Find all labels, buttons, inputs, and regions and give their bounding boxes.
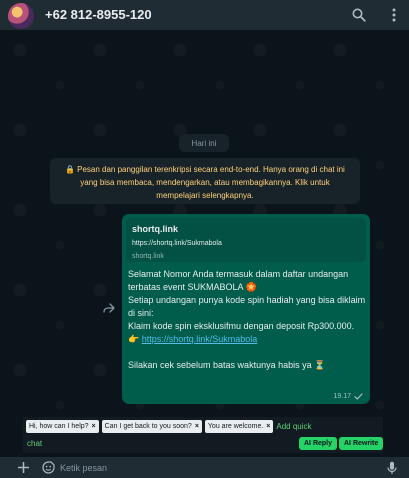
message-input[interactable] <box>60 459 374 476</box>
compose-bar <box>0 457 409 478</box>
quick-chat-chip[interactable]: Hi, how can I help? × <box>26 420 99 433</box>
encryption-notice[interactable]: 🔒 Pesan dan panggilan terenkripsi secara … <box>50 158 360 204</box>
sent-check-icon <box>354 393 363 400</box>
more-vert-icon[interactable] <box>384 5 404 25</box>
add-quick-chat-link-cont[interactable]: chat <box>27 437 42 450</box>
outgoing-message[interactable]: shortq.link https://shortq.link/Sukmabol… <box>122 214 370 404</box>
chip-label: You are welcome. <box>207 423 264 430</box>
remove-chip-icon[interactable]: × <box>195 423 199 430</box>
message-input-wrapper <box>60 459 374 476</box>
contact-avatar[interactable] <box>8 3 34 29</box>
search-icon[interactable] <box>349 5 369 25</box>
add-quick-chat-link[interactable]: Add quick <box>276 420 311 433</box>
date-chip: Hari ini <box>179 134 229 152</box>
chip-label: Hi, how can I help? <box>29 423 89 430</box>
plus-icon[interactable] <box>16 460 31 475</box>
link-preview-title: shortq.link <box>132 224 179 234</box>
remove-chip-icon[interactable]: × <box>92 423 96 430</box>
chip-label: Can I get back to you soon? <box>104 423 192 430</box>
lock-icon: 🔒 <box>65 165 76 174</box>
link-preview[interactable]: shortq.link https://shortq.link/Sukmabol… <box>126 218 366 262</box>
quick-chat-actions: chat AI Reply AI Rewrite <box>23 437 384 451</box>
link-preview-domain: shortq.link <box>132 253 164 260</box>
message-time: 19.17 <box>333 393 351 400</box>
chat-header: +62 812-8955-120 <box>0 0 409 30</box>
message-text: Selamat Nomor Anda termasuk dalam daftar… <box>128 268 366 372</box>
remove-chip-icon[interactable]: × <box>266 423 270 430</box>
ai-rewrite-button[interactable]: AI Rewrite <box>339 437 384 450</box>
message-text-intro: Selamat Nomor Anda termasuk dalam daftar… <box>128 269 366 344</box>
quick-chat-chip[interactable]: Can I get back to you soon? × <box>101 420 202 433</box>
message-text-outro: Silakan cek sebelum batas waktunya habis… <box>128 360 326 370</box>
sticker-icon[interactable] <box>41 460 56 475</box>
message-link[interactable]: https://shortq.link/Sukmabola <box>142 334 258 344</box>
quick-chat-chip[interactable]: You are welcome. × <box>204 420 274 433</box>
link-preview-url: https://shortq.link/Sukmabola <box>132 240 222 247</box>
microphone-icon[interactable] <box>384 460 399 475</box>
contact-name[interactable]: +62 812-8955-120 <box>45 7 152 22</box>
forward-icon[interactable] <box>101 300 117 316</box>
message-meta: 19.17 <box>333 393 363 400</box>
ai-reply-button[interactable]: AI Reply <box>299 437 338 450</box>
encryption-text: Pesan dan panggilan terenkripsi secara e… <box>77 165 345 200</box>
